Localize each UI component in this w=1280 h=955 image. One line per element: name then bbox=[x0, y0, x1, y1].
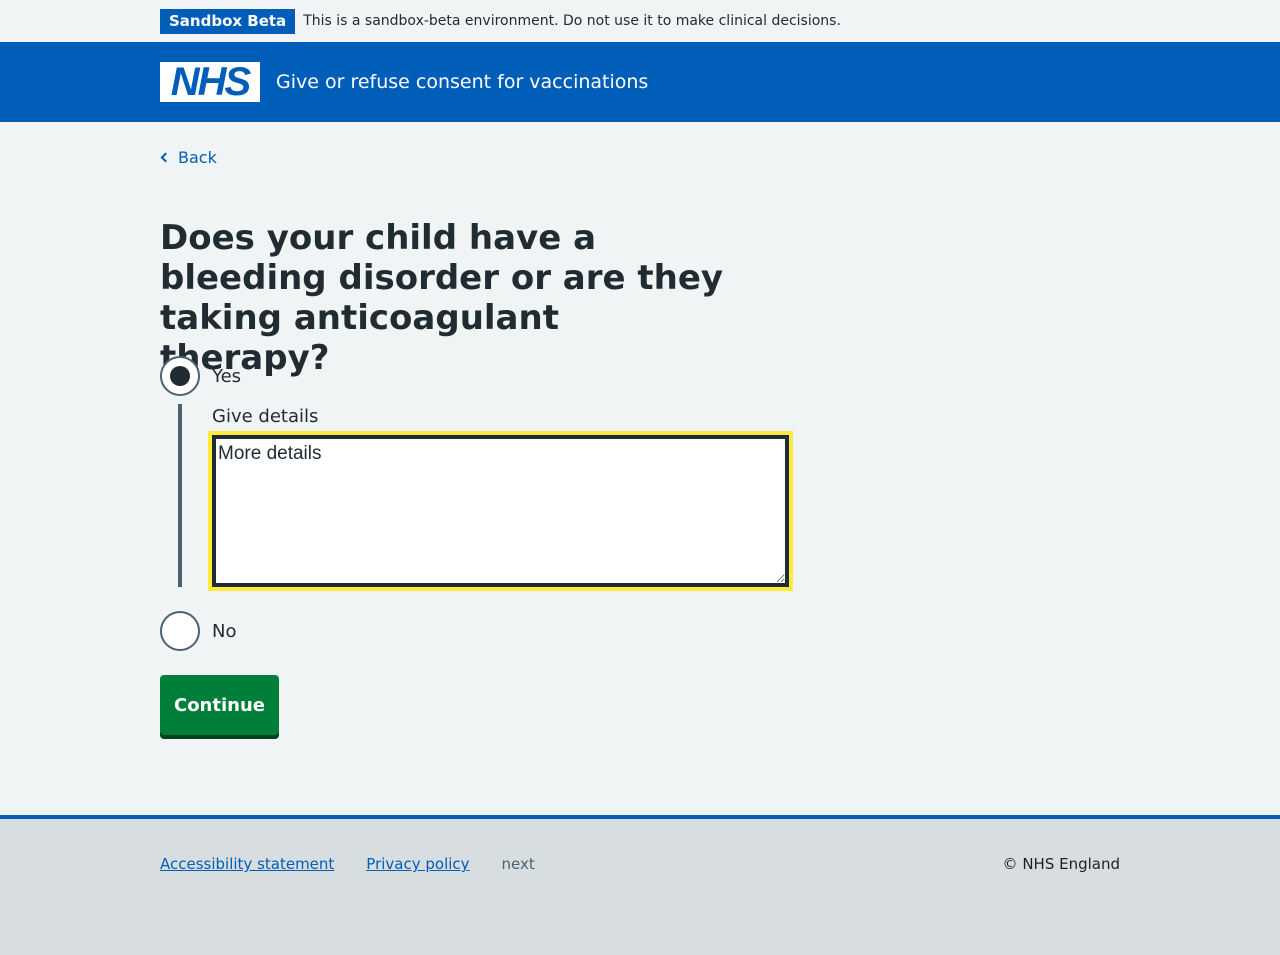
continue-button[interactable]: Continue bbox=[160, 675, 279, 735]
chevron-left-icon bbox=[160, 152, 171, 163]
copyright: © NHS England bbox=[1002, 855, 1120, 873]
radio-yes-label[interactable]: Yes bbox=[212, 366, 241, 387]
nhs-logo[interactable]: NHS bbox=[160, 62, 260, 102]
sandbox-message: This is a sandbox-beta environment. Do n… bbox=[303, 13, 841, 29]
radio-no-circle[interactable] bbox=[160, 611, 200, 651]
radio-no[interactable]: No bbox=[160, 611, 236, 651]
back-link-label: Back bbox=[178, 148, 217, 167]
service-name[interactable]: Give or refuse consent for vaccinations bbox=[276, 71, 648, 93]
radio-no-label[interactable]: No bbox=[212, 621, 236, 642]
conditional-reveal-bar bbox=[178, 404, 182, 587]
privacy-policy-link[interactable]: Privacy policy bbox=[366, 855, 469, 873]
details-label: Give details bbox=[212, 406, 319, 427]
details-textarea-focus-ring: More details bbox=[208, 431, 793, 591]
footer-extra-text: next bbox=[501, 855, 535, 873]
radio-yes-circle[interactable] bbox=[160, 356, 200, 396]
footer-links: Accessibility statement Privacy policy n… bbox=[160, 855, 535, 873]
details-textarea[interactable]: More details bbox=[212, 435, 789, 587]
site-header: NHS Give or refuse consent for vaccinati… bbox=[0, 42, 1280, 122]
main-content: Back Does your child have a bleeding dis… bbox=[0, 122, 1280, 815]
sandbox-banner: Sandbox Beta This is a sandbox-beta envi… bbox=[0, 0, 1280, 42]
radio-selected-dot bbox=[170, 366, 190, 386]
nhs-logo-text: NHS bbox=[170, 60, 251, 104]
radio-yes[interactable]: Yes bbox=[160, 356, 241, 396]
page-title: Does your child have a bleeding disorder… bbox=[160, 218, 724, 378]
back-link[interactable]: Back bbox=[160, 148, 217, 167]
accessibility-statement-link[interactable]: Accessibility statement bbox=[160, 855, 334, 873]
site-footer: Accessibility statement Privacy policy n… bbox=[0, 815, 1280, 955]
sandbox-tag: Sandbox Beta bbox=[160, 8, 296, 34]
